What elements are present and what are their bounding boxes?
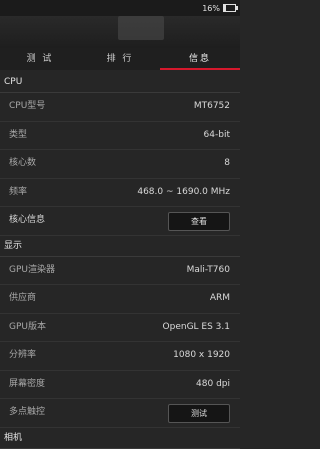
row-value: 468.0 ~ 1690.0 MHz xyxy=(137,186,230,197)
tab-info[interactable]: 信息 xyxy=(160,48,240,70)
row-label: 核心数 xyxy=(9,158,37,168)
row-vendor: 供应商 ARM xyxy=(0,285,240,314)
tab-test[interactable]: 测 试 xyxy=(0,48,80,70)
row-label: GPU渲染器 xyxy=(9,264,55,275)
row-gpu-renderer: GPU渲染器 Mali-T760 xyxy=(0,257,240,285)
row-value: Mali-T760 xyxy=(186,264,230,275)
section-display-header: 显示 xyxy=(0,236,240,257)
row-value: ARM xyxy=(209,293,230,303)
row-core-info: 核心信息 查看 xyxy=(0,207,240,236)
row-label: 频率 xyxy=(9,186,28,197)
row-cpu-type: 类型 64-bit xyxy=(0,122,240,150)
row-label: 屏幕密度 xyxy=(9,378,46,389)
row-label: 供应商 xyxy=(9,293,37,303)
row-label: 多点触控 xyxy=(9,407,46,417)
section-cpu-header: CPU xyxy=(0,72,240,93)
row-label: GPU版本 xyxy=(9,321,46,332)
test-multitouch-button[interactable]: 测试 xyxy=(168,404,230,423)
header-banner xyxy=(0,16,240,48)
row-value: MT6752 xyxy=(193,101,230,111)
info-content: CPU CPU型号 MT6752 类型 64-bit 核心数 8 频率 468.… xyxy=(0,72,240,449)
row-value: 1080 x 1920 xyxy=(173,350,230,360)
battery-percent: 16% xyxy=(202,3,220,13)
row-value: 64-bit xyxy=(203,129,230,140)
row-multitouch: 多点触控 测试 xyxy=(0,399,240,428)
tab-ranking[interactable]: 排 行 xyxy=(80,48,160,70)
row-value: 8 xyxy=(224,158,230,168)
tab-bar: 测 试 排 行 信息 xyxy=(0,48,240,70)
status-right: 16% xyxy=(202,2,238,14)
row-label: 类型 xyxy=(9,129,28,140)
row-cpu-cores: 核心数 8 xyxy=(0,150,240,179)
battery-icon xyxy=(223,4,238,12)
row-resolution: 分辨率 1080 x 1920 xyxy=(0,342,240,371)
row-value: OpenGL ES 3.1 xyxy=(162,321,230,332)
row-screen-density: 屏幕密度 480 dpi xyxy=(0,371,240,399)
section-camera-header: 相机 xyxy=(0,428,240,449)
row-label: 分辨率 xyxy=(9,350,37,360)
status-bar: 16% xyxy=(0,0,240,16)
row-value: 480 dpi xyxy=(196,378,230,389)
view-core-info-button[interactable]: 查看 xyxy=(168,212,230,231)
banner-logo xyxy=(118,16,164,40)
row-cpu-model: CPU型号 MT6752 xyxy=(0,93,240,122)
row-label: 核心信息 xyxy=(9,215,46,225)
row-cpu-frequency: 频率 468.0 ~ 1690.0 MHz xyxy=(0,179,240,207)
row-label: CPU型号 xyxy=(9,101,46,111)
row-gpu-version: GPU版本 OpenGL ES 3.1 xyxy=(0,314,240,342)
